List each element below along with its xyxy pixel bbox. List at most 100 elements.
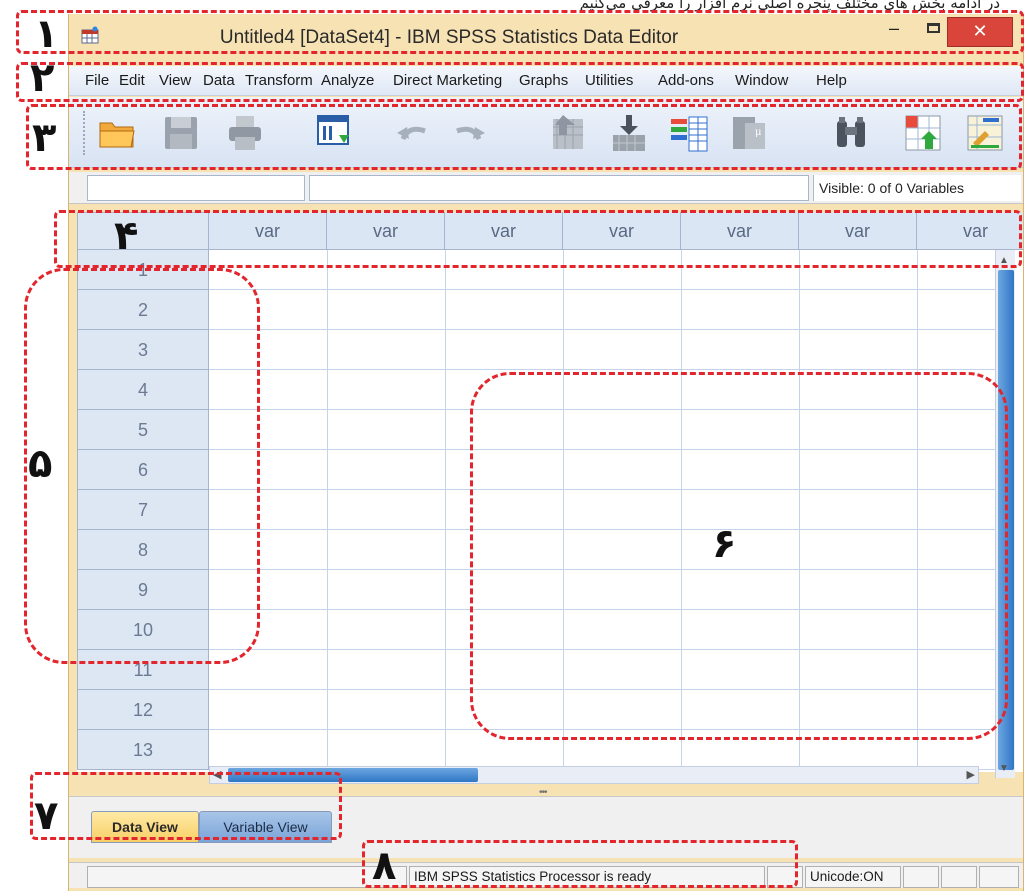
menu-window[interactable]: Window (735, 72, 788, 89)
redo-icon[interactable] (449, 113, 489, 153)
column-header-var[interactable]: var (445, 212, 563, 250)
vertical-scrollbar[interactable]: ▲ ▼ (995, 250, 1015, 778)
grid-row-line (209, 529, 1003, 530)
row-header[interactable]: 7 (77, 490, 209, 530)
menu-add-ons[interactable]: Add-ons (658, 72, 714, 89)
open-data-icon[interactable] (97, 113, 137, 153)
close-button[interactable]: ✕ (947, 17, 1013, 47)
grid-row-line (209, 289, 1003, 290)
column-header-var[interactable]: var (563, 212, 681, 250)
row-header[interactable]: 12 (77, 690, 209, 730)
title-bar: Untitled4 [DataSet4] - IBM SPSS Statisti… (69, 14, 1023, 60)
minimize-button[interactable]: – (880, 18, 908, 42)
annotation-number-3: ۳ (32, 115, 57, 161)
status-cell-blank (767, 866, 803, 888)
row-header[interactable]: 8 (77, 530, 209, 570)
menu-view[interactable]: View (159, 72, 191, 89)
menu-graphs[interactable]: Graphs (519, 72, 568, 89)
annotation-number-5: ۵ (28, 441, 53, 487)
maximize-button[interactable] (920, 19, 948, 43)
grid-row-line (209, 729, 1003, 730)
recall-dialog-icon[interactable] (315, 113, 355, 153)
vertical-scroll-thumb[interactable] (998, 270, 1014, 770)
column-header-var[interactable]: var (209, 212, 327, 250)
spss-data-editor-window: Untitled4 [DataSet4] - IBM SPSS Statisti… (68, 14, 1024, 891)
column-header-var[interactable]: var (327, 212, 445, 250)
toolbar: μ (69, 97, 1023, 168)
row-header[interactable]: 2 (77, 290, 209, 330)
status-cell-blank-3 (941, 866, 977, 888)
column-header-var[interactable]: var (799, 212, 917, 250)
status-cell-empty (87, 866, 407, 888)
menu-direct-marketing[interactable]: Direct Marketing (393, 72, 519, 89)
scroll-up-icon[interactable]: ▲ (999, 255, 1009, 266)
menu-utilities[interactable]: Utilities (585, 72, 633, 89)
find-icon[interactable] (831, 113, 871, 153)
maximize-icon (927, 23, 940, 33)
undo-icon[interactable] (393, 113, 433, 153)
view-tab-bar: Data View Variable View (69, 796, 1023, 858)
row-header[interactable]: 13 (77, 730, 209, 770)
grid-row-line (209, 489, 1003, 490)
status-cell-blank-4 (979, 866, 1019, 888)
grid-row-line (209, 649, 1003, 650)
insert-cases-icon[interactable] (903, 113, 943, 153)
row-header[interactable]: 10 (77, 610, 209, 650)
data-grid: var var var var var var var 1 2 3 4 5 6 7 8 9 10 11 12 13 (77, 212, 1023, 772)
visible-variables-count: Visible: 0 of 0 Variables (813, 175, 1021, 201)
menu-analyze[interactable]: Analyze (321, 72, 374, 89)
grid-row-line (209, 569, 1003, 570)
menu-bar: File Edit View Data Transform Analyze Di… (69, 66, 1023, 96)
cell-info-bar: Visible: 0 of 0 Variables (69, 172, 1023, 204)
row-header[interactable]: 3 (77, 330, 209, 370)
annotation-number-6: ۶ (712, 521, 737, 567)
row-header[interactable]: 6 (77, 450, 209, 490)
status-processor: IBM SPSS Statistics Processor is ready (409, 866, 765, 888)
scroll-right-icon[interactable]: ▶ (967, 768, 975, 781)
grid-row-line (209, 609, 1003, 610)
grid-row-line (209, 409, 1003, 410)
row-header[interactable]: 11 (77, 650, 209, 690)
column-header-var[interactable]: var (681, 212, 799, 250)
status-cell-blank-2 (903, 866, 939, 888)
window-title: Untitled4 [DataSet4] - IBM SPSS Statisti… (219, 27, 679, 48)
print-icon[interactable] (225, 113, 265, 153)
horizontal-scroll-thumb[interactable] (228, 768, 478, 782)
scroll-down-icon[interactable]: ▼ (999, 763, 1009, 774)
grid-row-line (209, 689, 1003, 690)
svg-text:μ: μ (755, 127, 762, 138)
annotation-number-7: ۷ (34, 793, 59, 839)
menu-help[interactable]: Help (816, 72, 847, 89)
tab-data-view[interactable]: Data View (91, 811, 199, 843)
save-icon[interactable] (161, 113, 201, 153)
goto-variable-icon[interactable] (609, 113, 649, 153)
run-descriptives-icon[interactable]: μ (729, 113, 769, 153)
row-header[interactable]: 5 (77, 410, 209, 450)
goto-case-icon[interactable] (549, 113, 589, 153)
scroll-left-icon[interactable]: ◀ (213, 768, 221, 781)
insert-variable-icon[interactable] (965, 113, 1005, 153)
row-header[interactable]: 9 (77, 570, 209, 610)
grid-row-line (209, 449, 1003, 450)
menu-file[interactable]: File (85, 72, 109, 89)
column-header-var[interactable]: var (917, 212, 1023, 250)
row-header[interactable]: 4 (77, 370, 209, 410)
annotation-number-8: ۸ (372, 843, 397, 889)
cell-editor-field[interactable] (309, 175, 809, 201)
grid-corner[interactable] (77, 212, 209, 250)
status-unicode: Unicode:ON (805, 866, 901, 888)
annotation-number-4: ۴ (114, 213, 139, 259)
horizontal-scrollbar[interactable]: ◀ ▶ (209, 766, 979, 784)
grid-row-line (209, 329, 1003, 330)
toolbar-grip[interactable] (83, 111, 86, 155)
tab-variable-view[interactable]: Variable View (199, 811, 332, 843)
cell-reference-field[interactable] (87, 175, 305, 201)
menu-transform[interactable]: Transform (245, 72, 313, 89)
row-header[interactable]: 1 (77, 250, 209, 290)
menu-edit[interactable]: Edit (119, 72, 145, 89)
page-caption: در ادامه بخش های مختلف پنجره اصلی نرم اف… (579, 0, 1000, 12)
menu-data[interactable]: Data (203, 72, 235, 89)
variables-icon[interactable] (669, 113, 709, 153)
grid-row-line (209, 369, 1003, 370)
status-bar: IBM SPSS Statistics Processor is ready U… (69, 862, 1023, 888)
